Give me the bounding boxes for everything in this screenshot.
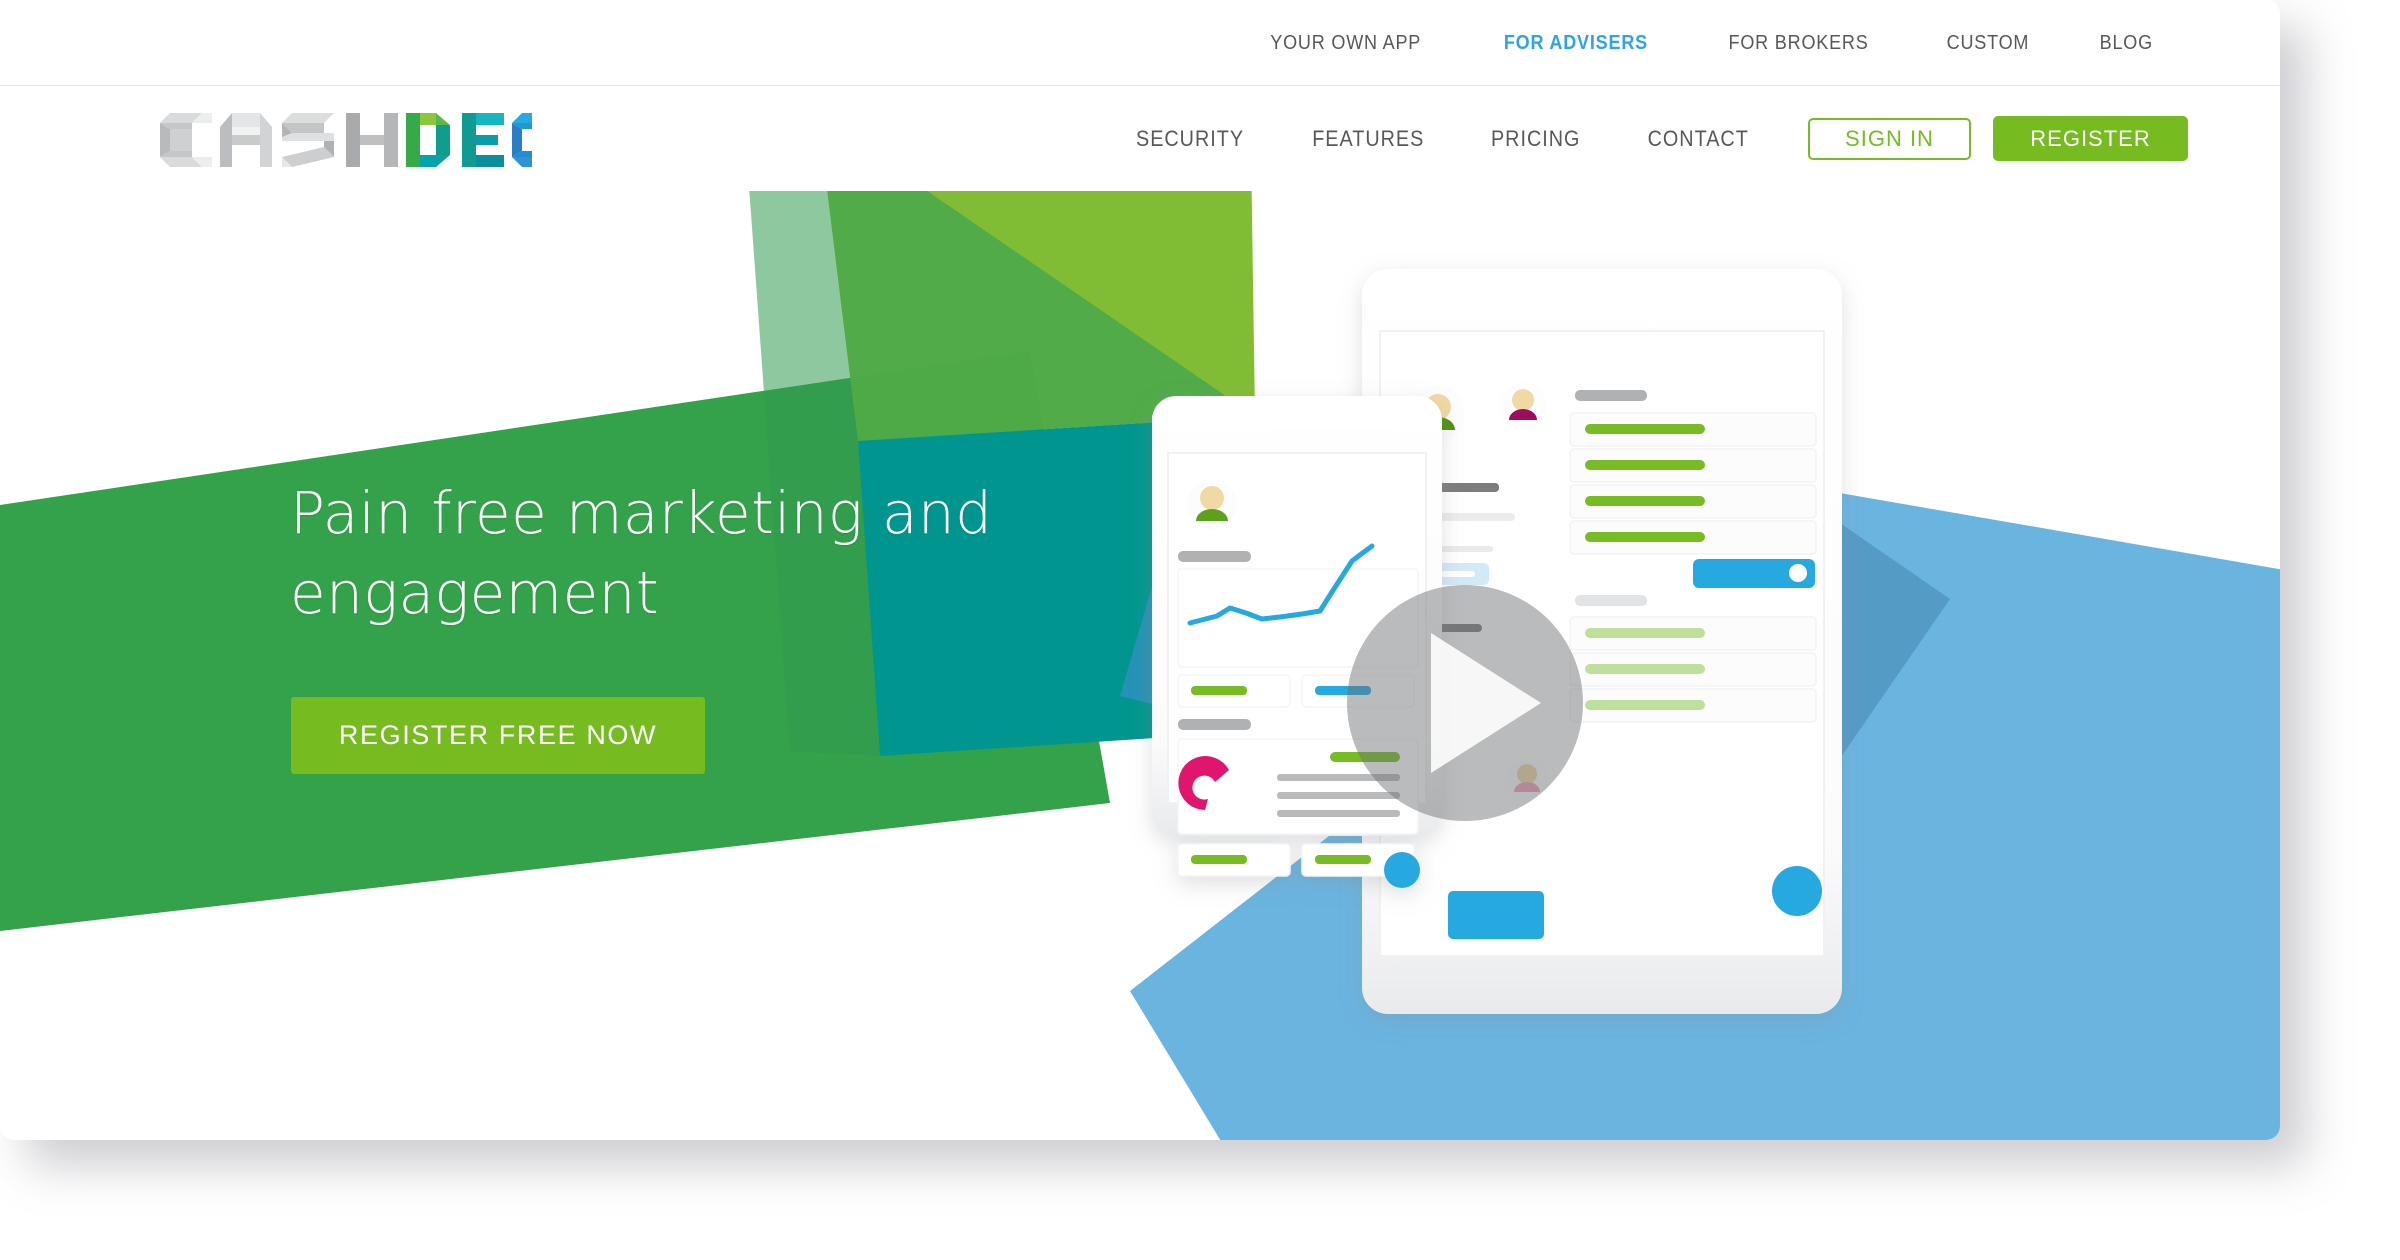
logo-icon <box>160 113 606 167</box>
register-button[interactable]: REGISTER <box>1993 116 2188 161</box>
play-video-button[interactable] <box>1345 583 1585 823</box>
main-header: SECURITY FEATURES PRICING CONTACT SIGN I… <box>0 86 2280 191</box>
hero-section: Pain free marketing and engagement REGIS… <box>0 191 2280 1140</box>
tablet-fab <box>1772 866 1822 916</box>
main-nav-item-security[interactable]: SECURITY <box>1110 126 1268 152</box>
utility-bar: YOUR OWN APP FOR ADVISERS FOR BROKERS CU… <box>0 0 2280 86</box>
main-nav-item-features[interactable]: FEATURES <box>1287 126 1449 152</box>
hero-copy: Pain free marketing and engagement <box>290 473 1050 633</box>
phone-fab <box>1384 852 1420 888</box>
utility-nav-item-blog[interactable]: BLOG <box>2073 31 2181 55</box>
main-nav: SECURITY FEATURES PRICING CONTACT SIGN I… <box>1102 86 2188 191</box>
tablet-toggle <box>1693 559 1815 588</box>
utility-nav-item-for-advisers[interactable]: FOR ADVISERS <box>1476 31 1675 55</box>
play-icon <box>1347 585 1583 821</box>
utility-nav: YOUR OWN APP FOR ADVISERS FOR BROKERS CU… <box>1229 0 2188 86</box>
utility-nav-item-your-own-app[interactable]: YOUR OWN APP <box>1243 31 1448 55</box>
register-free-now-button[interactable]: REGISTER FREE NOW <box>291 697 705 774</box>
sign-in-button[interactable]: SIGN IN <box>1808 117 1971 160</box>
page-title: Pain free marketing and engagement <box>290 479 993 627</box>
page-card: YOUR OWN APP FOR ADVISERS FOR BROKERS CU… <box>0 0 2280 1140</box>
main-nav-item-contact[interactable]: CONTACT <box>1622 126 1774 152</box>
device-mockups <box>1152 269 1842 1014</box>
utility-nav-item-custom[interactable]: CUSTOM <box>1919 31 2056 55</box>
utility-nav-item-for-brokers[interactable]: FOR BROKERS <box>1702 31 1897 55</box>
main-nav-item-pricing[interactable]: PRICING <box>1466 126 1606 152</box>
logo-cashdeck[interactable] <box>160 113 606 167</box>
